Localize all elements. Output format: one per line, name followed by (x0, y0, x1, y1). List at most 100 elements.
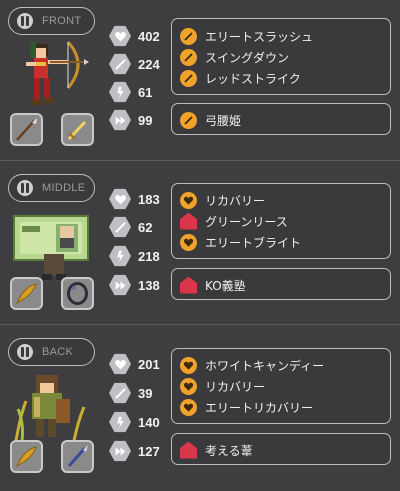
lightning-icon (109, 245, 131, 267)
archer-girl-sprite[interactable] (14, 38, 92, 116)
passive-skill-box: 考える葦 (171, 433, 391, 465)
skill-item-2[interactable]: リカバリー (180, 377, 265, 395)
hp-value: 201 (138, 356, 160, 372)
stat-hp: 201 (109, 353, 160, 375)
speed-icon (109, 274, 131, 296)
sword-skill-icon (180, 27, 197, 45)
farmer-girl-sprite[interactable] (12, 371, 92, 443)
heart-skill-icon (180, 233, 197, 251)
attack-value: 62 (138, 219, 153, 235)
skill-name: レッドストライク (205, 71, 301, 86)
attack-value: 224 (138, 56, 160, 72)
magic-value: 61 (138, 84, 153, 100)
skill-name: エリートスラッシュ (205, 29, 314, 44)
heart-icon (109, 353, 131, 375)
speed-value: 99 (138, 112, 153, 128)
dagger-icon (67, 120, 87, 141)
skill-name: 考える葦 (205, 443, 253, 458)
magic-value: 218 (138, 248, 160, 264)
sword-icon (109, 53, 131, 75)
weapon-slot-1[interactable] (10, 440, 43, 473)
skill-item-3[interactable]: エリートリカバリー (180, 398, 313, 416)
skill-item-2[interactable]: スイングダウン (180, 48, 289, 66)
stat-magic: 140 (109, 411, 160, 433)
speed-value: 127 (138, 443, 160, 459)
skill-item-1[interactable]: リカバリー (180, 191, 265, 209)
speed-value: 138 (138, 277, 160, 293)
heart-skill-icon (180, 398, 197, 416)
party-slot-back: BACK 201 39 140 127 ホワイトキャンディー リカバリー エリー… (0, 331, 400, 491)
stat-attack: 224 (109, 53, 160, 75)
skill-item-3[interactable]: エリートブライト (180, 233, 301, 251)
party-slot-front: FRONT 402 224 61 99 エリートスラッシュ スイングダウン レッ… (0, 0, 400, 160)
house-skill-icon (180, 276, 197, 294)
heart-icon (109, 188, 131, 210)
skill-item-2[interactable]: グリーンリース (180, 212, 288, 230)
quill-icon (15, 446, 37, 468)
skill-name: スイングダウン (205, 50, 290, 65)
pen-icon (67, 445, 88, 467)
skill-item-3[interactable]: レッドストライク (180, 69, 301, 87)
skill-item-1[interactable]: ホワイトキャンディー (180, 356, 324, 374)
position-label: BACK (42, 346, 74, 358)
sword-icon (109, 216, 131, 238)
position-badge-middle[interactable]: MIDDLE (8, 174, 95, 202)
stat-speed: 138 (109, 274, 160, 296)
speed-icon (109, 109, 131, 131)
heart-skill-icon (180, 191, 197, 209)
banknote-man-sprite[interactable] (12, 210, 94, 282)
magic-value: 140 (138, 414, 160, 430)
passive-skill-item[interactable]: 弓腰姫 (180, 111, 241, 129)
heart-skill-icon (180, 356, 197, 374)
skill-name: KO義塾 (205, 278, 246, 293)
stat-magic: 218 (109, 245, 160, 267)
weapon-slot-2[interactable] (61, 440, 94, 473)
quill-icon (15, 283, 37, 305)
weapon-slot-2[interactable] (61, 113, 94, 146)
weapon-slot-1[interactable] (10, 277, 43, 310)
skill-name: リカバリー (205, 379, 266, 394)
heart-skill-icon (180, 377, 197, 395)
position-icon (17, 13, 33, 29)
skill-name: リカバリー (205, 193, 266, 208)
sword-skill-icon (180, 48, 197, 66)
sword-icon (109, 382, 131, 404)
stat-attack: 62 (109, 216, 153, 238)
position-label: MIDDLE (42, 182, 86, 194)
weapon-slot-2[interactable] (61, 277, 94, 310)
skill-name: グリーンリース (205, 214, 288, 229)
skill-item-1[interactable]: エリートスラッシュ (180, 27, 313, 45)
divider (0, 160, 400, 161)
passive-skill-item[interactable]: 考える葦 (180, 441, 253, 459)
position-badge-front[interactable]: FRONT (8, 7, 95, 35)
passive-skill-box: KO義塾 (171, 268, 391, 300)
party-slot-middle: MIDDLE 183 62 218 138 リカバリー グリーンリース エリート… (0, 167, 400, 327)
position-label: FRONT (42, 15, 82, 27)
position-icon (17, 180, 33, 196)
active-skills-box: リカバリー グリーンリース エリートブライト (171, 183, 391, 259)
house-skill-icon (180, 441, 197, 459)
active-skills-box: エリートスラッシュ スイングダウン レッドストライク (171, 18, 391, 95)
stat-speed: 127 (109, 440, 160, 462)
house-skill-icon (180, 212, 197, 230)
ring-icon (67, 282, 88, 305)
weapon-slot-1[interactable] (10, 113, 43, 146)
passive-skill-item[interactable]: KO義塾 (180, 276, 246, 294)
skill-name: エリートリカバリー (205, 400, 314, 415)
hp-value: 183 (138, 191, 160, 207)
divider (0, 324, 400, 325)
heart-icon (109, 25, 131, 47)
stat-attack: 39 (109, 382, 153, 404)
skill-name: ホワイトキャンディー (205, 358, 325, 373)
stat-speed: 99 (109, 109, 153, 131)
position-icon (17, 344, 33, 360)
lightning-icon (109, 411, 131, 433)
stat-magic: 61 (109, 81, 153, 103)
passive-skill-box: 弓腰姫 (171, 103, 391, 135)
hp-value: 402 (138, 28, 160, 44)
stat-hp: 183 (109, 188, 160, 210)
sword-skill-icon (180, 69, 197, 87)
position-badge-back[interactable]: BACK (8, 338, 95, 366)
skill-name: エリートブライト (205, 235, 302, 250)
attack-value: 39 (138, 385, 153, 401)
